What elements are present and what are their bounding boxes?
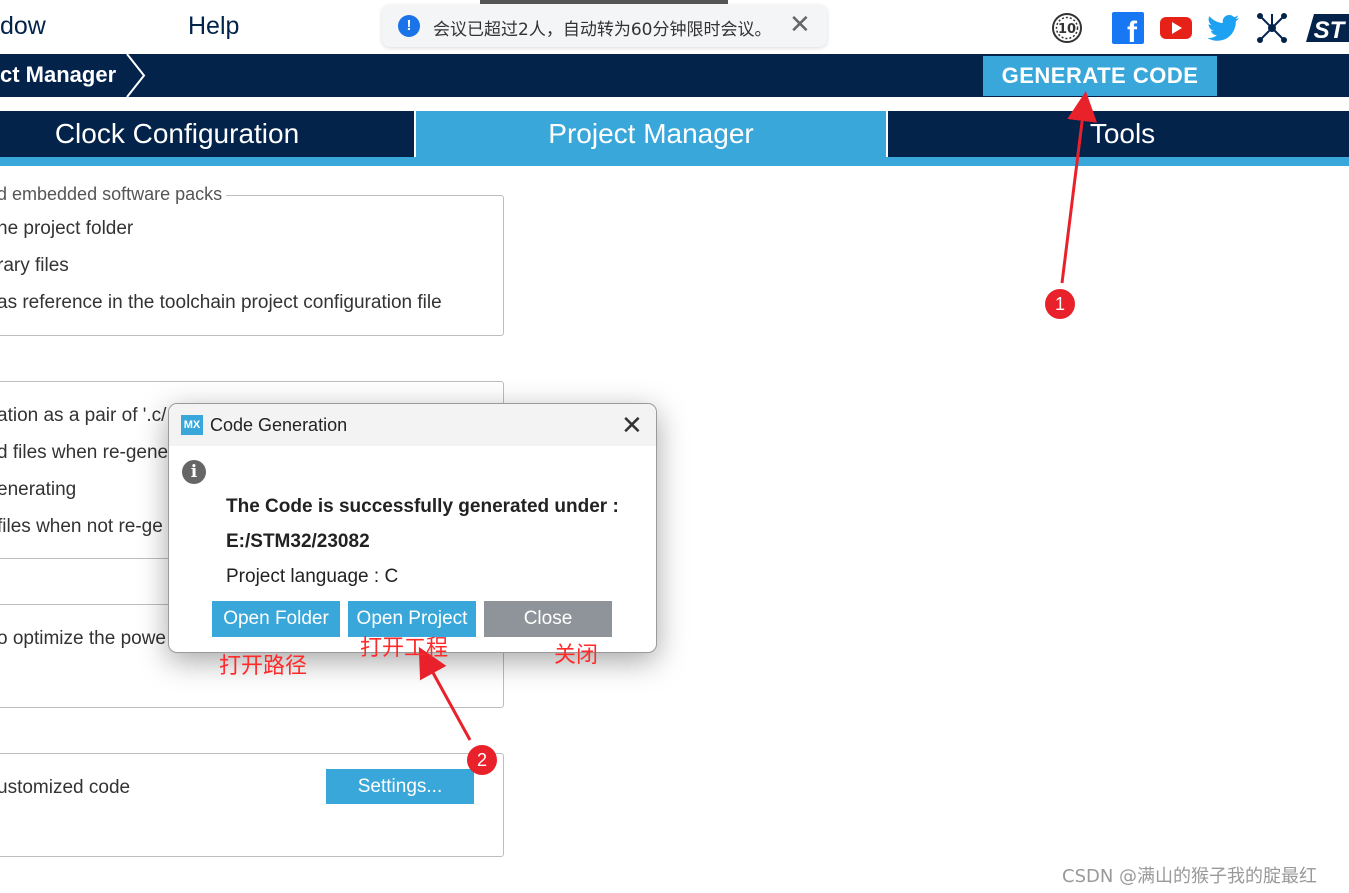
svg-text:10: 10: [1058, 22, 1076, 37]
dialog-close-icon[interactable]: ✕: [621, 410, 643, 441]
group-legend: d embedded software packs: [0, 184, 227, 205]
option-customized-code: ustomized code: [0, 777, 131, 798]
info-icon: !: [398, 15, 420, 37]
anniversary-10-icon[interactable]: 10: [1050, 12, 1084, 44]
notification-close-icon[interactable]: ✕: [789, 9, 811, 40]
close-button[interactable]: Close: [484, 601, 612, 637]
twitter-icon[interactable]: [1207, 12, 1241, 44]
menu-help[interactable]: Help: [188, 12, 239, 41]
option-keep-user-code[interactable]: enerating: [0, 479, 76, 501]
option-copy-all-libraries[interactable]: he project folder: [0, 218, 133, 240]
code-generation-dialog: MX Code Generation ✕ i The Code is succe…: [168, 403, 657, 653]
tab-project-manager[interactable]: Project Manager: [416, 111, 886, 157]
facebook-icon[interactable]: f: [1111, 12, 1145, 49]
dialog-project-language: Project language : C: [226, 566, 399, 587]
menu-bar: dow Help ! 会议已超过2人，自动转为60分钟限时会议。 ✕ 10 f: [0, 0, 1349, 54]
st-logo-icon[interactable]: ST: [1306, 12, 1349, 44]
option-generate-peripheral-pairs[interactable]: ation as a pair of '.c/: [0, 405, 166, 427]
svg-text:f: f: [1127, 16, 1138, 44]
tab-label: Clock Configuration: [54, 118, 300, 149]
dialog-title: Code Generation: [210, 415, 348, 435]
annotation-badge-1: 1: [1045, 289, 1075, 319]
software-packs-group: d embedded software packs he project fol…: [0, 184, 504, 336]
main-tabs: Clock Configuration Project Manager Tool…: [0, 111, 1349, 157]
option-backup-previous-files[interactable]: d files when re-gene: [0, 442, 168, 464]
option-optimize-power[interactable]: o optimize the powe: [0, 628, 166, 650]
option-add-as-reference[interactable]: as reference in the toolchain project co…: [0, 292, 442, 314]
mx-logo-icon: MX: [181, 415, 203, 435]
dialog-success-message: The Code is successfully generated under…: [226, 496, 619, 517]
annotation-open-folder: 打开路径: [219, 654, 308, 679]
breadcrumb-chevron-icon: [126, 54, 146, 97]
breadcrumb-project-manager[interactable]: ct Manager: [0, 62, 116, 88]
dialog-titlebar: MX Code Generation ✕: [169, 404, 656, 446]
annotation-open-project: 打开工程: [360, 636, 449, 661]
dialog-output-path: E:/STM32/23082: [226, 531, 370, 552]
meeting-notification: ! 会议已超过2人，自动转为60分钟限时会议。 ✕: [382, 5, 827, 47]
toast-topbar: [480, 0, 728, 4]
breadcrumb-bar: ct Manager GENERATE CODE: [0, 54, 1349, 97]
annotation-close: 关闭: [554, 643, 599, 668]
notification-message: 会议已超过2人，自动转为60分钟限时会议。: [433, 20, 772, 40]
menu-window[interactable]: dow: [0, 12, 46, 41]
watermark: CSDN @满山的猴子我的腚最红: [1062, 866, 1318, 887]
option-delete-unused-files[interactable]: files when not re-ge: [0, 516, 163, 538]
tab-label: Project Manager: [548, 118, 754, 149]
settings-button[interactable]: Settings...: [326, 769, 474, 804]
option-copy-necessary-libraries[interactable]: rary files: [0, 255, 69, 277]
tab-tools[interactable]: Tools: [888, 111, 1349, 157]
tab-label: Tools: [1089, 118, 1156, 149]
youtube-icon[interactable]: [1159, 12, 1193, 44]
open-folder-button[interactable]: Open Folder: [212, 601, 340, 637]
tabs-underline: [0, 157, 1349, 166]
tab-clock-configuration[interactable]: Clock Configuration: [0, 111, 414, 157]
svg-text:ST: ST: [1314, 17, 1347, 44]
info-icon: i: [182, 460, 206, 484]
network-icon[interactable]: [1255, 12, 1289, 44]
annotation-badge-2: 2: [467, 745, 497, 775]
generate-code-button[interactable]: GENERATE CODE: [983, 56, 1217, 96]
